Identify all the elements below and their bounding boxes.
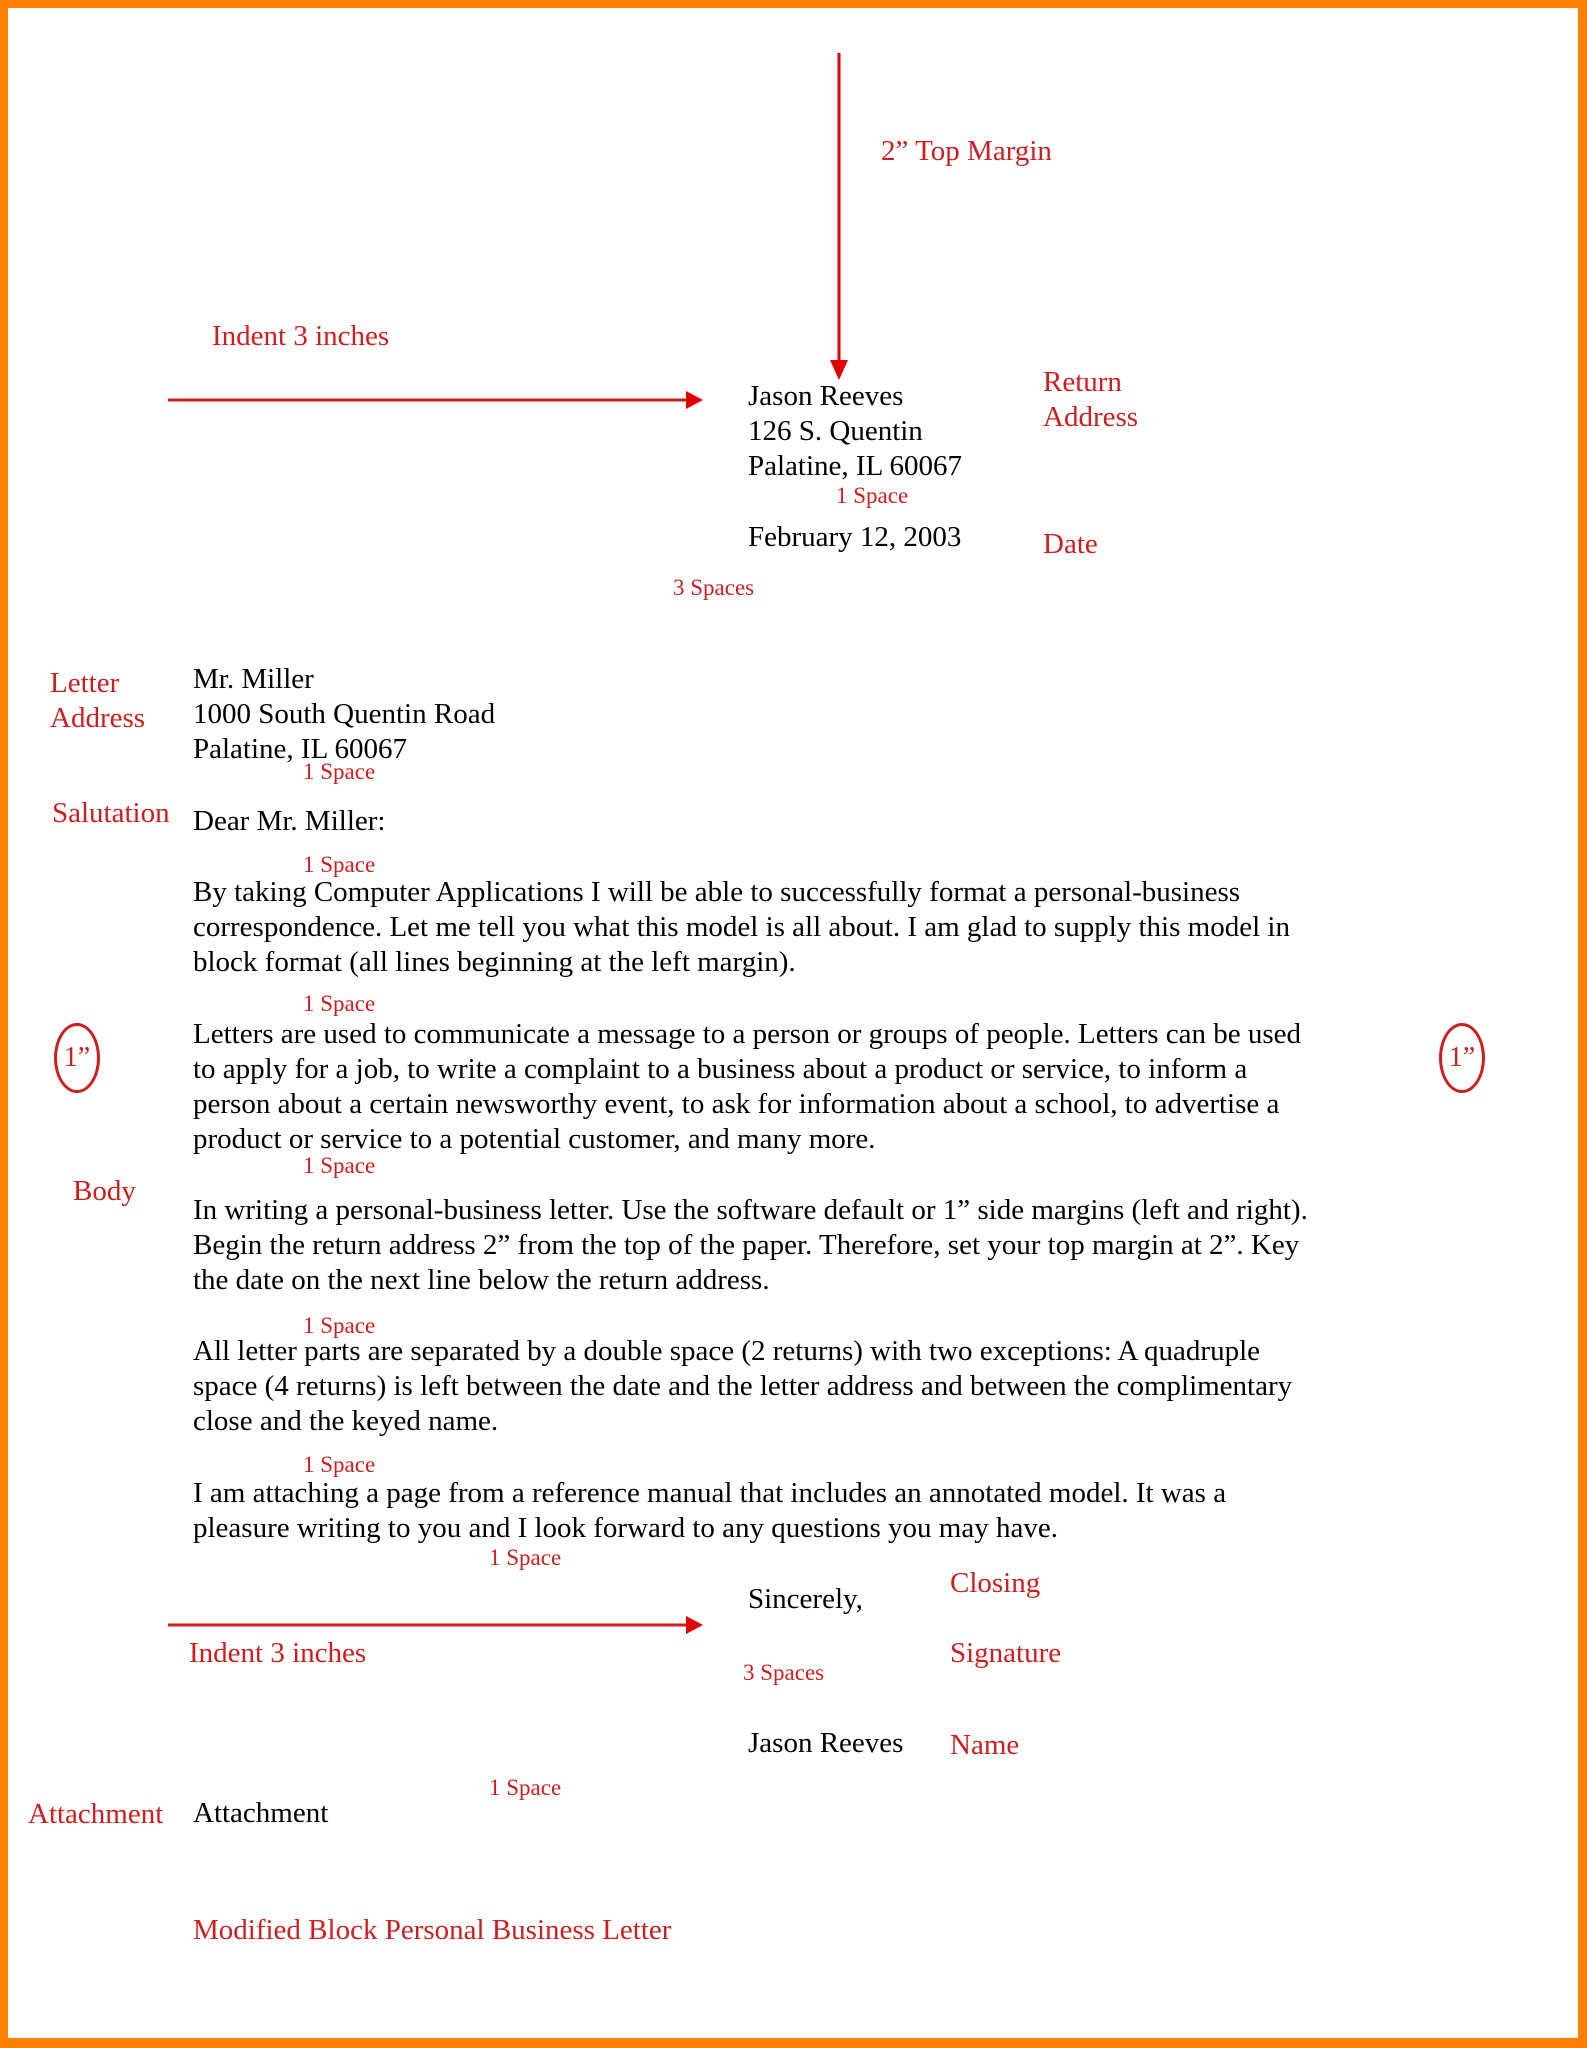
date-label: Date [1043, 528, 1098, 560]
attachment-label: Attachment [28, 1798, 164, 1830]
name-label: Name [950, 1729, 1020, 1761]
letter-address-line: Mr. Miller [193, 663, 314, 695]
space-label: 1 Space [489, 1545, 562, 1570]
signature-label: Signature [950, 1637, 1062, 1669]
closing: Sincerely, [748, 1583, 863, 1615]
space-label: 1 Space [303, 1153, 376, 1178]
letter-address-label-line: Letter [50, 667, 120, 699]
return-address-label-line: Return [1043, 366, 1122, 398]
space-label: 3 Spaces [743, 1660, 825, 1685]
return-address-line: Jason Reeves [748, 380, 904, 412]
signer-name: Jason Reeves [748, 1727, 904, 1759]
indent-label-top: Indent 3 inches [212, 320, 390, 352]
body-label: Body [73, 1175, 136, 1207]
paragraph-line: correspondence. Let me tell you what thi… [193, 911, 1290, 943]
paragraph-line: to apply for a job, to write a complaint… [193, 1053, 1248, 1085]
paragraph-line: close and the keyed name. [193, 1405, 499, 1437]
body-paragraph: By taking Computer Applications I will b… [193, 875, 1290, 980]
body-paragraph: In writing a personal-business letter. U… [193, 1193, 1308, 1298]
salutation: Dear Mr. Miller: [193, 805, 386, 837]
letter-address-label: Letter Address [50, 666, 145, 736]
paragraph-line: pleasure writing to you and I look forwa… [193, 1512, 1058, 1544]
return-address-label: Return Address [1043, 365, 1138, 435]
right-margin-marker: 1” [1439, 1023, 1485, 1093]
left-margin-marker: 1” [54, 1023, 100, 1093]
body-paragraph: Letters are used to communicate a messag… [193, 1017, 1301, 1157]
space-label: 1 Space [303, 759, 376, 784]
paragraph-line: person about a certain newsworthy event,… [193, 1088, 1280, 1120]
salutation-label: Salutation [52, 797, 170, 829]
body-paragraph: I am attaching a page from a reference m… [193, 1476, 1226, 1546]
indent-label-bottom: Indent 3 inches [189, 1637, 367, 1669]
letter-address: Mr. Miller 1000 South Quentin Road Palat… [193, 662, 495, 767]
return-address-label-line: Address [1043, 401, 1139, 433]
attachment: Attachment [193, 1797, 329, 1829]
paragraph-line: the date on the next line below the retu… [193, 1264, 770, 1296]
space-label: 3 Spaces [673, 575, 755, 600]
paragraph-line: block format (all lines beginning at the… [193, 946, 796, 978]
paragraph-line: In writing a personal-business letter. U… [193, 1194, 1308, 1226]
paragraph-line: space (4 returns) is left between the da… [193, 1370, 1293, 1402]
top-margin-arrow [830, 53, 848, 380]
return-address: Jason Reeves 126 S. Quentin Palatine, IL… [748, 379, 962, 484]
return-address-line: Palatine, IL 60067 [748, 450, 962, 482]
paragraph-line: product or service to a potential custom… [193, 1123, 876, 1155]
body-paragraph: All letter parts are separated by a doub… [193, 1334, 1292, 1439]
space-label: 1 Space [836, 483, 909, 508]
paragraph-line: All letter parts are separated by a doub… [193, 1335, 1261, 1367]
space-label: 1 Space [489, 1775, 562, 1800]
date: February 12, 2003 [748, 521, 962, 553]
space-label: 1 Space [303, 1452, 376, 1477]
paragraph-line: I am attaching a page from a reference m… [193, 1477, 1227, 1509]
indent-arrow-bottom [168, 1616, 703, 1634]
paragraph-line: Letters are used to communicate a messag… [193, 1018, 1302, 1050]
top-margin-label: 2” Top Margin [881, 135, 1052, 167]
paragraph-line: Begin the return address 2” from the top… [193, 1229, 1300, 1261]
indent-arrow-top [168, 391, 703, 409]
document-caption: Modified Block Personal Business Letter [193, 1914, 672, 1946]
letter-address-label-line: Address [50, 702, 146, 734]
paragraph-line: By taking Computer Applications I will b… [193, 876, 1241, 908]
letter-address-line: 1000 South Quentin Road [193, 698, 496, 730]
space-label: 1 Space [303, 991, 376, 1016]
closing-label: Closing [950, 1567, 1041, 1599]
return-address-line: 126 S. Quentin [748, 415, 923, 447]
